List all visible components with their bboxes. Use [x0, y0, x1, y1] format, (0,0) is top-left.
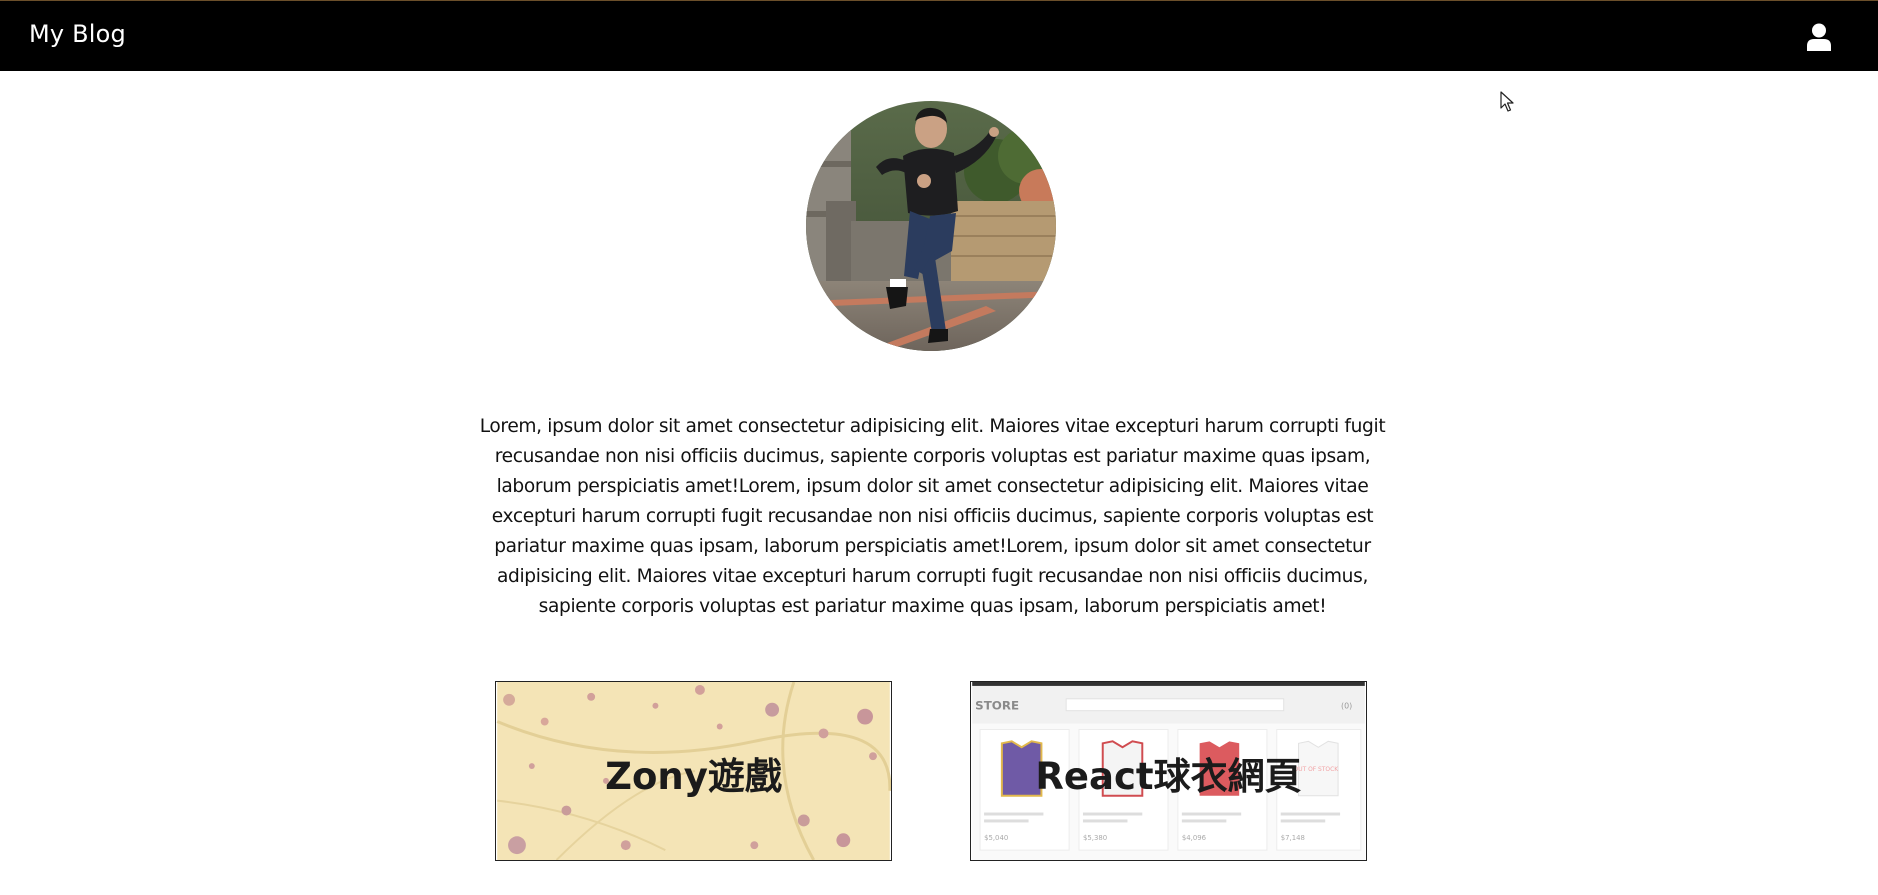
project-card-react-jersey[interactable]: STORE (0) OUT OF STOCK $5,040 $5,380 $4,…: [970, 681, 1367, 861]
brand-link[interactable]: My Blog: [29, 20, 126, 48]
project-title: React球衣網頁: [1035, 755, 1302, 798]
store-label: STORE: [975, 699, 1019, 713]
mouse-cursor-icon: [1500, 91, 1516, 113]
project-title: Zony遊戲: [605, 755, 782, 798]
user-icon[interactable]: [1806, 23, 1832, 51]
navbar: My Blog: [0, 0, 1878, 71]
cart-count: (0): [1341, 702, 1352, 711]
price-label: $5,040: [984, 834, 1008, 842]
price-label: $7,148: [1281, 834, 1305, 842]
price-label: $5,380: [1083, 834, 1107, 842]
avatar: [806, 101, 1056, 351]
price-label: $4,096: [1182, 834, 1206, 842]
project-card-zony[interactable]: Zony遊戲: [495, 681, 892, 861]
bio-text: Lorem, ipsum dolor sit amet consectetur …: [479, 416, 1386, 617]
